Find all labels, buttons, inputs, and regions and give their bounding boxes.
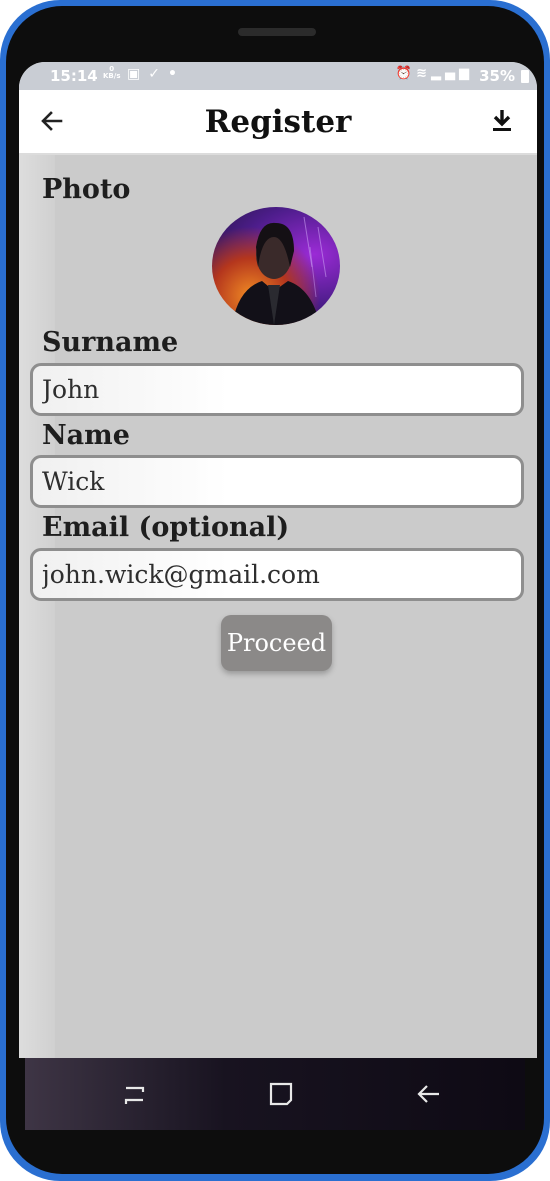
surname-field-box	[30, 363, 524, 416]
system-icons: ⏰≋▂▄▆	[396, 66, 473, 81]
navigation-bar	[25, 1058, 525, 1130]
nav-back-button[interactable]	[413, 1078, 445, 1110]
download-icon	[493, 110, 511, 131]
name-label: Name	[42, 420, 130, 451]
status-bar: 15:14 0 KB/s ▣✓• ⏰≋▂▄▆ 35%	[19, 62, 537, 90]
download-button[interactable]	[487, 106, 517, 136]
photo-label: Photo	[42, 174, 131, 205]
email-input[interactable]	[33, 551, 521, 598]
email-field-box	[30, 548, 524, 601]
screen: 15:14 0 KB/s ▣✓• ⏰≋▂▄▆ 35% Register Phot…	[19, 62, 537, 1058]
profile-photo	[232, 216, 327, 325]
avatar[interactable]	[212, 207, 340, 325]
surname-label: Surname	[42, 327, 179, 358]
dot-icon: •	[167, 66, 185, 82]
proceed-button[interactable]: Proceed	[221, 615, 332, 671]
home-button[interactable]	[265, 1078, 297, 1110]
network-speed-unit: KB/s	[103, 72, 121, 80]
wifi-icon: ≋	[416, 66, 431, 81]
check-icon: ✓	[148, 66, 168, 82]
battery-level: 35%	[479, 67, 515, 85]
power-button	[543, 320, 550, 416]
signal-icon: ▂▄▆	[431, 66, 473, 81]
back-icon	[417, 1085, 439, 1103]
surname-input[interactable]	[33, 366, 521, 413]
network-speed: 0 KB/s	[103, 66, 120, 80]
name-field-box	[30, 455, 524, 508]
earpiece-speaker	[238, 28, 316, 36]
status-time: 15:14	[50, 67, 98, 85]
image-icon: ▣	[127, 66, 149, 82]
battery-icon	[521, 70, 529, 83]
alarm-icon: ⏰	[395, 66, 417, 81]
name-input[interactable]	[33, 458, 521, 505]
email-label: Email (optional)	[42, 512, 290, 543]
home-icon	[269, 1082, 293, 1106]
recent-apps-button[interactable]	[121, 1078, 153, 1110]
page-title: Register	[204, 104, 352, 140]
recent-apps-icon	[124, 1086, 145, 1104]
notification-icons: ▣✓•	[127, 66, 185, 82]
app-bar: Register	[19, 90, 537, 155]
